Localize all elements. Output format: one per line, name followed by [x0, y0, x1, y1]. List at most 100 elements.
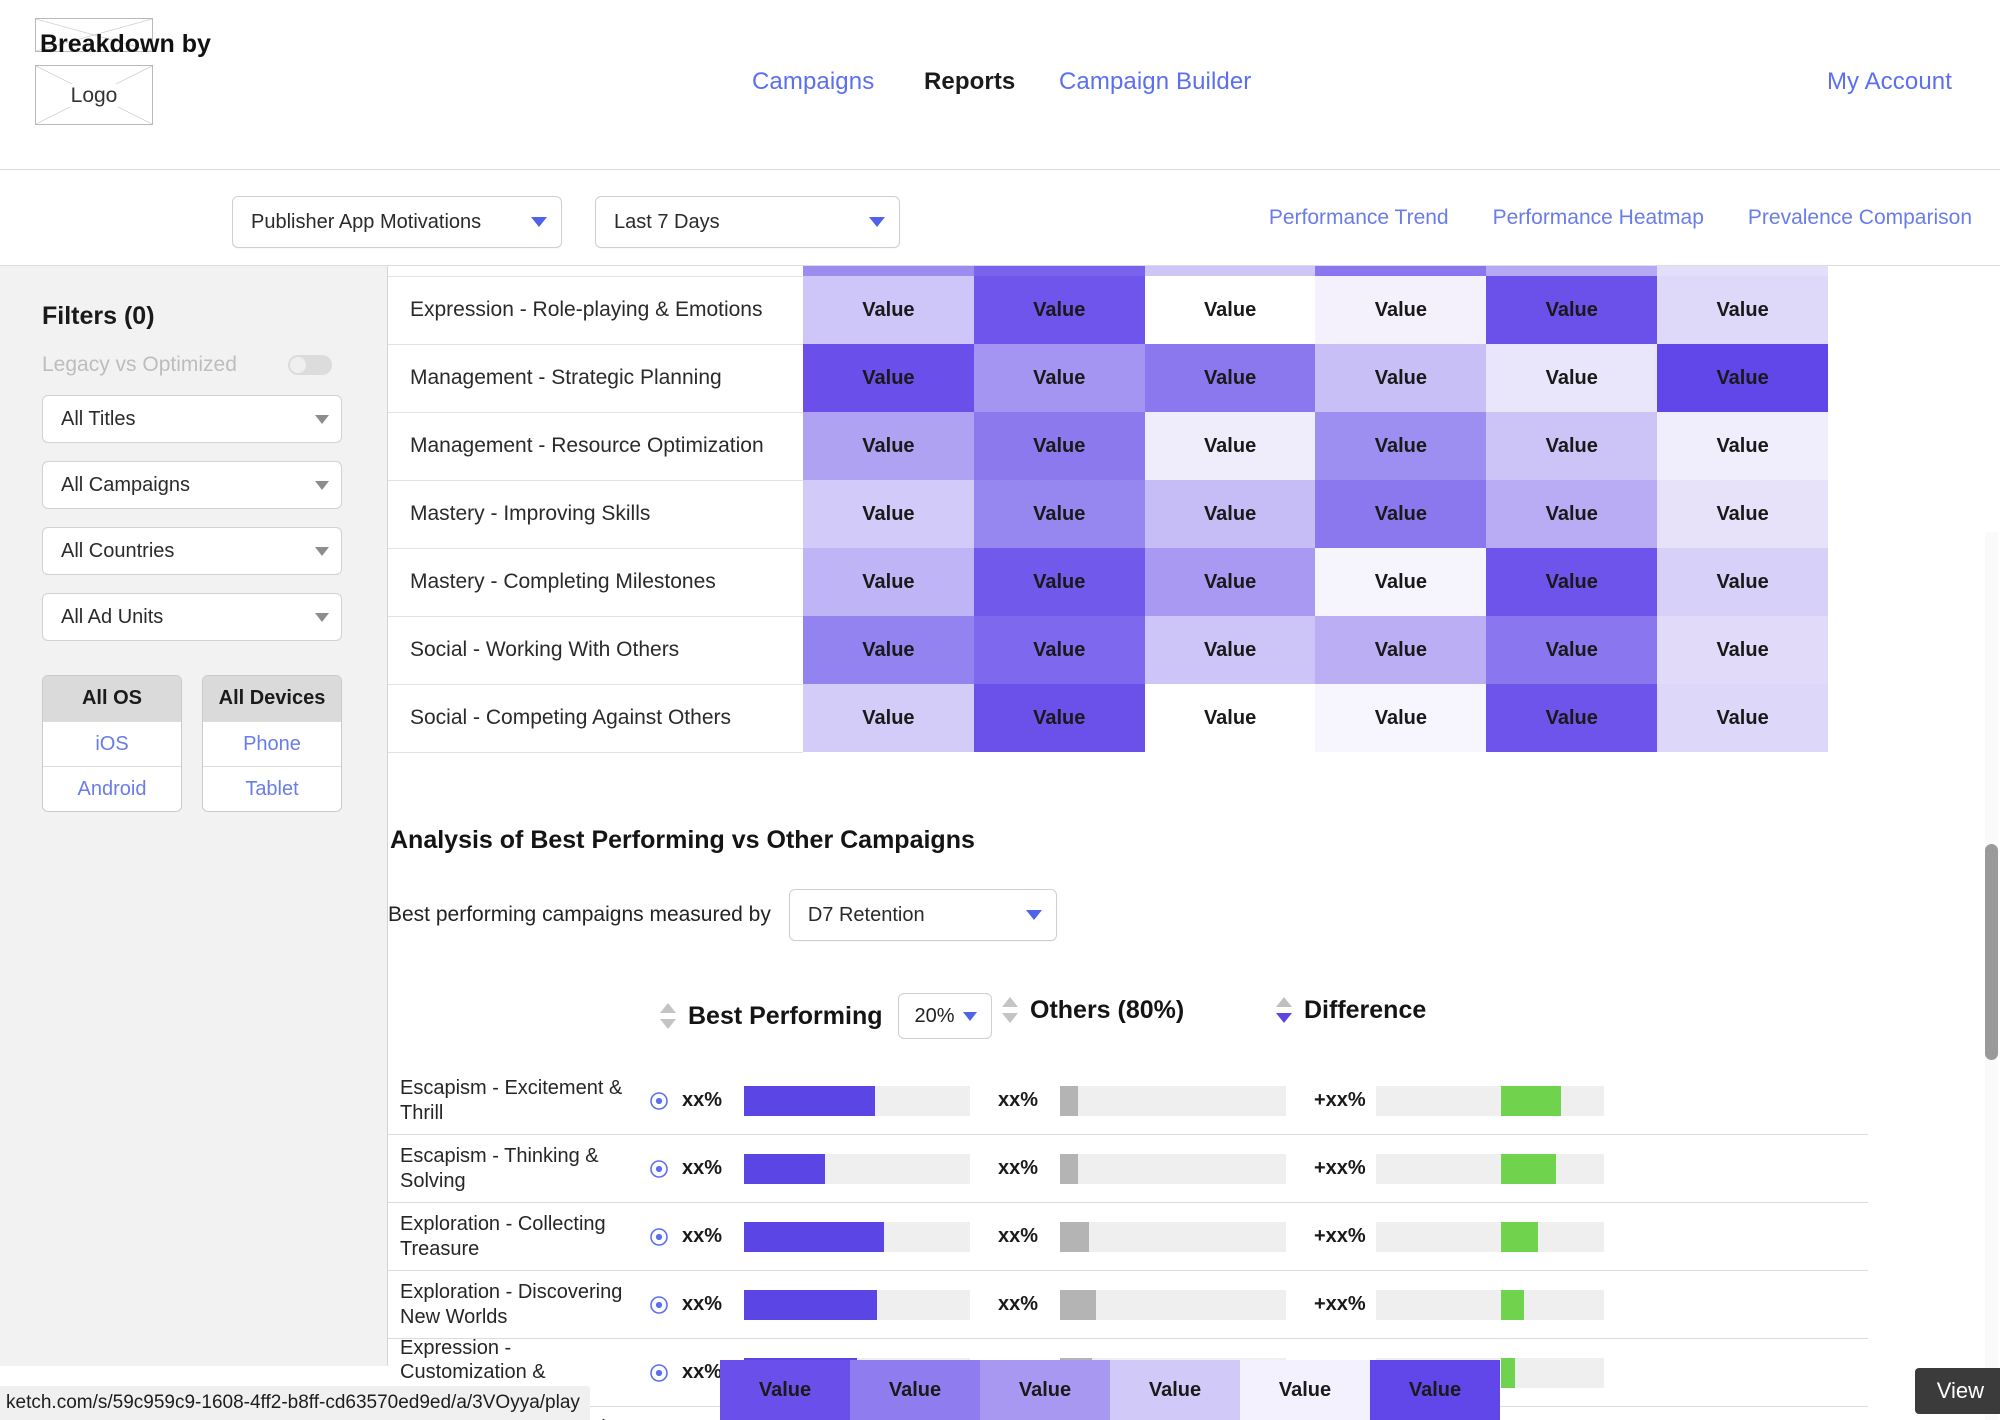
scrollbar-thumb[interactable]	[1985, 844, 1998, 1060]
filter-all-ad-units[interactable]: All Ad Units	[42, 593, 342, 641]
date-range-dropdown[interactable]: Last 7 Days	[595, 196, 900, 248]
comparison-row-label: Escapism - Excitement & Thrill	[400, 1077, 623, 1124]
heatmap-row: Social - Working With Others Value Value Va…	[388, 616, 1828, 685]
eye-icon[interactable]	[636, 1361, 682, 1385]
heatmap-cell[interactable]: Value	[803, 548, 974, 616]
heatmap-cell[interactable]: Value	[1144, 684, 1316, 752]
heatmap-cell[interactable]: Value	[1657, 548, 1828, 616]
heatmap-cell[interactable]: Value	[1144, 548, 1316, 616]
heatmap-cell[interactable]: Value	[1315, 344, 1487, 412]
heatmap-cell[interactable]: Value	[973, 344, 1145, 412]
heatmap-cell[interactable]: Value	[973, 548, 1145, 616]
filter-all-campaigns[interactable]: All Campaigns	[42, 461, 342, 509]
heatmap-cell[interactable]: Value	[803, 276, 974, 344]
nav-item-campaigns[interactable]: Campaigns	[752, 68, 874, 96]
device-option-all[interactable]: All Devices	[203, 676, 341, 721]
heatmap-cell[interactable]: Value	[803, 616, 974, 684]
heatmap-cell[interactable]: Value	[1144, 412, 1316, 480]
sort-icon-others[interactable]	[1002, 993, 1020, 1027]
os-option-ios[interactable]: iOS	[43, 721, 181, 766]
device-option-phone[interactable]: Phone	[203, 721, 341, 766]
heatmap-cell[interactable]: Value	[1657, 412, 1828, 480]
heatmap-cell[interactable]: Value	[803, 480, 974, 548]
nav-item-campaign-builder[interactable]: Campaign Builder	[1059, 68, 1251, 96]
others-value: xx%	[998, 1225, 1039, 1247]
heatmap-cell[interactable]: Value	[1110, 1360, 1240, 1420]
chevron-down-icon	[315, 480, 329, 490]
heatmap-cell[interactable]: Value	[973, 616, 1145, 684]
eye-icon[interactable]	[636, 1089, 682, 1113]
view-button[interactable]: View	[1914, 1368, 2000, 1414]
heatmap-cell[interactable]: Value	[1144, 480, 1316, 548]
sort-icon-difference[interactable]	[1276, 993, 1294, 1027]
measure-dropdown[interactable]: D7 Retention	[788, 889, 1057, 941]
heatmap-cell[interactable]: Value	[973, 684, 1145, 752]
heatmap-cell[interactable]: Value	[1657, 616, 1828, 684]
tab-prevalence-comparison[interactable]: Prevalence Comparison	[1748, 206, 1972, 230]
heatmap-cell[interactable]: Value	[1486, 412, 1658, 480]
chevron-down-icon	[869, 217, 885, 227]
heatmap-cell[interactable]: Value	[1486, 684, 1658, 752]
heatmap-cell[interactable]: Value	[720, 1360, 850, 1420]
tab-performance-heatmap[interactable]: Performance Heatmap	[1493, 206, 1704, 230]
heatmap-cell[interactable]: Value	[803, 344, 974, 412]
heatmap-cell[interactable]: Value	[1657, 344, 1828, 412]
heatmap-cell[interactable]: Value	[1144, 344, 1316, 412]
nav-item-reports[interactable]: Reports	[924, 68, 1015, 96]
heatmap-cell[interactable]: Value	[1486, 548, 1658, 616]
heatmap-cell[interactable]: Value	[1486, 616, 1658, 684]
heatmap-cell[interactable]: Value	[1657, 266, 1828, 276]
comparison-row: Escapism - Excitement & Thrill xx% xx% +xx%	[388, 1067, 1868, 1135]
heatmap-cell[interactable]: Value	[1315, 548, 1487, 616]
best-performing-percent-dropdown[interactable]: 20%	[898, 993, 993, 1039]
nav-item-my-account[interactable]: My Account	[1827, 68, 1952, 96]
heatmap-cell[interactable]: Value	[1370, 1360, 1500, 1420]
heatmap-cell[interactable]: Value	[1144, 276, 1316, 344]
filter-all-titles[interactable]: All Titles	[42, 395, 342, 443]
heatmap-cell[interactable]: Value	[803, 684, 974, 752]
device-option-tablet[interactable]: Tablet	[203, 766, 341, 811]
os-option-android[interactable]: Android	[43, 766, 181, 811]
heatmap-row: Mastery - Completing Milestones Value Valu…	[388, 548, 1828, 617]
heatmap-cell[interactable]: Value	[1144, 266, 1316, 276]
heatmap-cell[interactable]: Value	[1315, 276, 1487, 344]
heatmap-cell[interactable]: Value	[1315, 480, 1487, 548]
heatmap-cell[interactable]: Value	[1315, 684, 1487, 752]
heatmap-cell[interactable]: Value	[973, 480, 1145, 548]
heatmap-cell[interactable]: Value	[980, 1360, 1110, 1420]
filters-title: Filters (0)	[42, 302, 155, 330]
heatmap-row-label: Mastery - Completing Milestones	[388, 548, 803, 617]
heatmap-cell[interactable]: Value	[973, 266, 1145, 276]
heatmap-cell[interactable]: Value	[1486, 266, 1658, 276]
heatmap-cell[interactable]: Value	[1315, 266, 1487, 276]
eye-icon[interactable]	[636, 1225, 682, 1249]
legacy-vs-optimized-row[interactable]: Legacy vs Optimized	[42, 353, 332, 377]
heatmap-cell[interactable]: Value	[1657, 684, 1828, 752]
heatmap-cell[interactable]: Value	[1144, 616, 1316, 684]
heatmap-cell[interactable]: Value	[850, 1360, 980, 1420]
column-header-best-performing: Best Performing 20%	[660, 993, 993, 1039]
breakdown-dropdown[interactable]: Publisher App Motivations	[232, 196, 562, 248]
heatmap-cell[interactable]: Value	[1657, 480, 1828, 548]
os-option-all[interactable]: All OS	[43, 676, 181, 721]
tab-performance-trend[interactable]: Performance Trend	[1269, 206, 1449, 230]
others-bar-fill	[1060, 1289, 1097, 1320]
eye-icon[interactable]	[636, 1157, 682, 1181]
heatmap-cell[interactable]: Value	[1486, 480, 1658, 548]
heatmap-cell[interactable]: Value	[1315, 616, 1487, 684]
filter-all-countries[interactable]: All Countries	[42, 527, 342, 575]
heatmap-cell[interactable]: Value	[803, 412, 974, 480]
heatmap-cell[interactable]: Value	[973, 276, 1145, 344]
heatmap-cell[interactable]: Value	[803, 266, 974, 276]
heatmap-cell[interactable]: Value	[1486, 344, 1658, 412]
app-root: Logo Campaigns Reports Campaign Builder …	[0, 0, 2000, 1420]
legacy-vs-optimized-toggle[interactable]	[288, 355, 332, 375]
heatmap-row-label: Management - Strategic Planning	[388, 344, 803, 413]
sort-icon-best-performing[interactable]	[660, 999, 678, 1033]
eye-icon[interactable]	[636, 1293, 682, 1317]
heatmap-cell[interactable]: Value	[1240, 1360, 1370, 1420]
heatmap-cell[interactable]: Value	[1315, 412, 1487, 480]
heatmap-cell[interactable]: Value	[1486, 276, 1658, 344]
heatmap-cell[interactable]: Value	[1657, 276, 1828, 344]
heatmap-cell[interactable]: Value	[973, 412, 1145, 480]
